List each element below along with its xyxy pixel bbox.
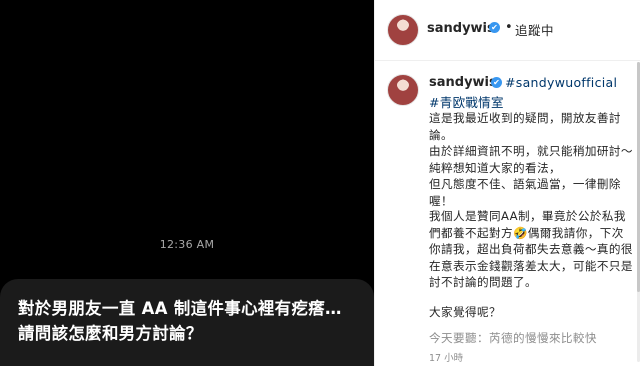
story-question-text: 對於男朋友一直 AA 制這件事心裡有疙瘩… 請問該怎麼和男方討論？ xyxy=(18,299,342,343)
post-side-panel: sandywis ✔ • 追蹤中 sandywis ✔ #sandywuoffi… xyxy=(374,0,640,366)
username-link[interactable]: sandywis xyxy=(427,21,495,36)
hashtag-link[interactable]: #青欧戰情室 xyxy=(429,92,504,111)
story-media: 12:36 AM 對於男朋友一直 AA 制這件事心裡有疙瘩… 請問該怎麼和男方討… xyxy=(0,0,374,366)
verified-badge-icon: ✔ xyxy=(489,22,500,33)
caption-username-link[interactable]: sandywis xyxy=(429,75,497,90)
hashtag-link[interactable]: #sandywuofficial xyxy=(505,75,617,90)
caption-paragraph: 我個人是贊同AA制，畢竟於公於私我 們都養不起對方🤣偶爾我請你，下次 你請我，超… xyxy=(429,209,633,289)
caption-paragraph: 這是我最近收到的疑問，開放友善討 論。 由於詳細資訊不明，就只能稍加研討～ 純粹… xyxy=(429,111,633,208)
avatar[interactable] xyxy=(387,74,419,106)
story-timestamp: 12:36 AM xyxy=(159,238,215,251)
separator-dot: • xyxy=(505,20,513,35)
post-time-ago[interactable]: 17 小時 xyxy=(429,350,463,364)
caption-paragraph: 今天要聽：芮德的慢慢來比較快 xyxy=(429,331,597,345)
avatar[interactable] xyxy=(387,14,419,46)
following-button[interactable]: 追蹤中 xyxy=(515,20,554,39)
verified-badge-icon: ✔ xyxy=(491,77,502,88)
caption-paragraph: 大家覺得呢？ xyxy=(429,305,501,319)
post-header: sandywis ✔ • 追蹤中 xyxy=(375,0,640,61)
